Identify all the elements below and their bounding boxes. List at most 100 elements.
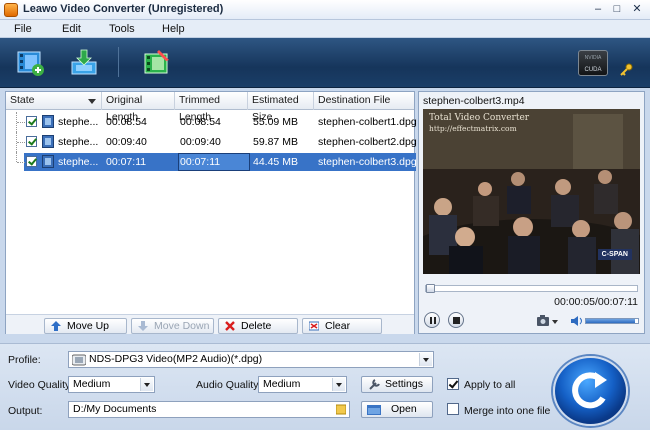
video-quality-select[interactable]: Medium bbox=[68, 376, 155, 393]
delete-button[interactable]: Delete bbox=[218, 318, 298, 334]
settings-button-label: Settings bbox=[385, 378, 423, 390]
audio-quality-select[interactable]: Medium bbox=[258, 376, 347, 393]
merge-label: Merge into one file bbox=[464, 405, 551, 417]
row-checkbox[interactable] bbox=[26, 156, 37, 167]
output-path-input[interactable]: D:/My Documents bbox=[68, 401, 350, 418]
profile-label: Profile: bbox=[8, 354, 41, 366]
delete-x-icon bbox=[225, 321, 235, 331]
stop-button[interactable] bbox=[448, 312, 464, 328]
edit-video-button[interactable] bbox=[141, 46, 173, 78]
col-state-label: State bbox=[10, 94, 35, 106]
app-icon bbox=[4, 3, 18, 17]
video-file-icon bbox=[42, 135, 54, 148]
table-row[interactable]: stephe... 00:08:54 00:08:54 55.09 MB ste… bbox=[6, 112, 417, 132]
video-quality-value: Medium bbox=[73, 378, 111, 390]
row-destination-file: stephen-colbert2.dpg bbox=[318, 136, 417, 148]
col-estimated-size[interactable]: Estimated Size bbox=[248, 92, 314, 123]
seek-bar[interactable] bbox=[425, 284, 638, 293]
move-up-label: Move Up bbox=[67, 320, 110, 332]
snapshot-camera-icon[interactable] bbox=[537, 315, 559, 327]
menu-tools[interactable]: Tools bbox=[109, 23, 135, 35]
convert-button[interactable] bbox=[553, 356, 628, 426]
chevron-down-icon[interactable] bbox=[332, 378, 345, 391]
download-icon bbox=[71, 49, 97, 75]
arrow-down-icon bbox=[138, 321, 148, 331]
wrench-icon bbox=[369, 379, 380, 390]
row-destination-file: stephen-colbert1.dpg bbox=[318, 116, 417, 128]
col-state[interactable]: State bbox=[6, 92, 102, 110]
add-video-icon bbox=[17, 51, 44, 76]
move-down-button[interactable]: Move Down bbox=[131, 318, 214, 334]
chevron-down-icon[interactable] bbox=[140, 378, 153, 391]
watermark-url: http://effectmatrix.com bbox=[429, 124, 517, 133]
playback-time: 00:00:05/00:07:11 bbox=[554, 296, 638, 308]
open-button-label: Open bbox=[391, 403, 417, 415]
profile-select[interactable]: NDS-DPG3 Video(MP2 Audio)(*.dpg) bbox=[68, 351, 434, 368]
apply-to-all-label: Apply to all bbox=[464, 379, 516, 391]
volume-icon[interactable] bbox=[571, 316, 583, 326]
row-checkbox[interactable] bbox=[26, 116, 37, 127]
col-original-length[interactable]: Original Length bbox=[102, 92, 175, 123]
row-trimmed-length: 00:08:54 bbox=[180, 116, 221, 128]
pause-icon bbox=[430, 317, 436, 324]
table-row-selected[interactable]: stephe... 00:07:11 00:07:11 44.45 MB ste… bbox=[6, 152, 417, 172]
folder-browse-icon[interactable] bbox=[336, 403, 346, 415]
preview-file-name: stephen-colbert3.mp4 bbox=[423, 95, 525, 107]
arrow-up-icon bbox=[51, 321, 61, 331]
move-down-label: Move Down bbox=[154, 320, 210, 332]
clear-label: Clear bbox=[325, 320, 351, 332]
col-trimmed-length[interactable]: Trimmed Length bbox=[175, 92, 248, 123]
col-destination-file[interactable]: Destination File bbox=[314, 92, 414, 110]
row-original-length: 00:09:40 bbox=[106, 136, 147, 148]
minimize-button[interactable]: – bbox=[589, 2, 607, 17]
maximize-button[interactable]: □ bbox=[608, 2, 626, 17]
main-area: State Original Length Trimmed Length Est… bbox=[0, 88, 650, 343]
open-button[interactable]: Open bbox=[361, 401, 433, 418]
output-path-value: D:/My Documents bbox=[73, 403, 157, 415]
apply-to-all-checkbox[interactable] bbox=[447, 378, 459, 390]
toolbar-separator bbox=[118, 47, 119, 77]
chevron-down-icon[interactable] bbox=[419, 353, 432, 366]
menu-file[interactable]: File bbox=[14, 23, 32, 35]
seek-handle[interactable] bbox=[426, 284, 435, 293]
row-trimmed-length: 00:09:40 bbox=[180, 136, 221, 148]
title-bar: Leawo Video Converter (Unregistered) – □… bbox=[0, 0, 650, 20]
list-header: State Original Length Trimmed Length Est… bbox=[6, 92, 414, 123]
close-button[interactable]: ✕ bbox=[628, 2, 646, 17]
output-label: Output: bbox=[8, 405, 43, 417]
list-actions-bar: Move Up Move Down Delete Clear bbox=[6, 314, 414, 334]
sort-dropdown-icon[interactable] bbox=[88, 99, 96, 104]
video-preview[interactable]: Total Video Converter http://effectmatri… bbox=[423, 109, 640, 274]
merge-checkbox[interactable] bbox=[447, 403, 459, 415]
settings-button[interactable]: Settings bbox=[361, 376, 433, 393]
tree-branch bbox=[17, 142, 25, 143]
cuda-brand-text: NVIDIA bbox=[584, 55, 602, 61]
tree-line bbox=[16, 152, 17, 162]
row-destination-file: stephen-colbert3.dpg bbox=[318, 156, 417, 168]
watermark-title: Total Video Converter bbox=[429, 113, 530, 123]
table-row[interactable]: stephe... 00:09:40 00:09:40 59.87 MB ste… bbox=[6, 132, 417, 152]
audio-quality-label: Audio Quality: bbox=[196, 379, 262, 391]
move-up-button[interactable]: Move Up bbox=[44, 318, 127, 334]
settings-panel: Profile: NDS-DPG3 Video(MP2 Audio)(*.dpg… bbox=[0, 343, 650, 430]
channel-logo: C-SPAN bbox=[597, 249, 632, 260]
add-video-button[interactable] bbox=[14, 46, 46, 78]
convert-refresh-icon bbox=[572, 372, 607, 409]
row-checkbox[interactable] bbox=[26, 136, 37, 147]
pause-button[interactable] bbox=[424, 312, 440, 328]
volume-slider[interactable] bbox=[585, 318, 639, 324]
cuda-badge[interactable]: NVIDIA CUDA bbox=[578, 50, 608, 76]
folder-open-icon bbox=[367, 405, 381, 415]
preview-panel: stephen-colbert3.mp4 Total Video Convert… bbox=[418, 91, 645, 334]
menu-edit[interactable]: Edit bbox=[62, 23, 81, 35]
row-original-length: 00:08:54 bbox=[106, 116, 147, 128]
video-file-icon bbox=[42, 155, 54, 168]
video-quality-label: Video Quality: bbox=[8, 379, 74, 391]
import-button[interactable] bbox=[68, 46, 100, 78]
row-estimated-size: 44.45 MB bbox=[253, 156, 298, 168]
menu-help[interactable]: Help bbox=[162, 23, 185, 35]
file-list-panel: State Original Length Trimmed Length Est… bbox=[5, 91, 417, 334]
row-estimated-size: 55.09 MB bbox=[253, 116, 298, 128]
key-icon[interactable] bbox=[619, 63, 633, 77]
clear-button[interactable]: Clear bbox=[302, 318, 382, 334]
